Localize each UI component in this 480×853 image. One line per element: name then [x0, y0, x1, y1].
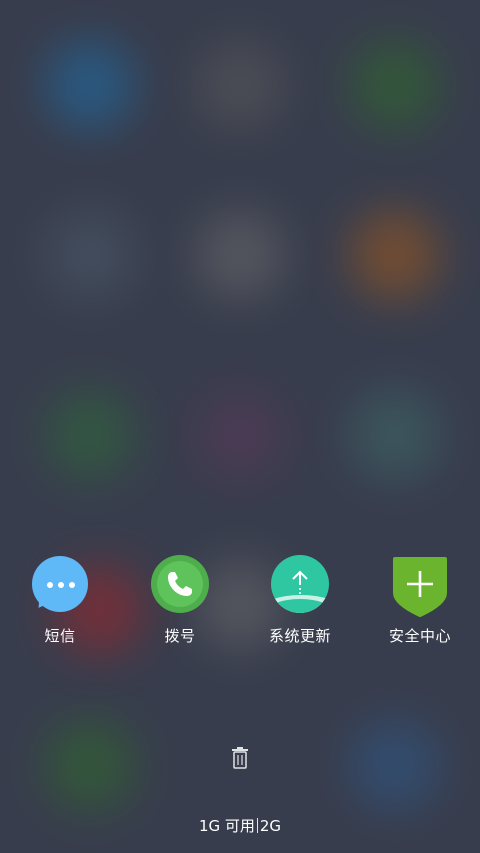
recent-app-security-center[interactable]: 安全中心	[360, 555, 480, 646]
phone-icon	[151, 555, 209, 613]
app-label: 系统更新	[268, 627, 331, 645]
message-bubble-icon	[31, 555, 89, 613]
memory-available: 1G 可用	[198, 817, 255, 835]
blurred-app-icon	[350, 390, 440, 480]
trash-icon	[232, 747, 248, 769]
blurred-app-icon	[45, 390, 135, 480]
recent-app-system-update[interactable]: 系统更新	[240, 555, 360, 646]
blurred-app-icon	[195, 210, 285, 300]
clear-all-button[interactable]	[231, 747, 249, 769]
blurred-app-icon	[45, 40, 135, 130]
recent-app-messages[interactable]: 短信	[0, 555, 120, 646]
blurred-app-icon	[195, 40, 285, 130]
memory-divider	[256, 818, 258, 833]
app-label: 拨号	[164, 627, 196, 645]
app-label: 安全中心	[388, 627, 451, 645]
shield-plus-icon	[391, 555, 449, 617]
upload-arrow-icon	[271, 555, 329, 613]
memory-total: 2G	[259, 817, 282, 835]
blurred-app-icon	[195, 390, 285, 480]
blurred-app-icon	[45, 720, 135, 810]
blurred-app-icon	[350, 720, 440, 810]
blurred-app-icon	[45, 210, 135, 300]
recent-app-dialer[interactable]: 拨号	[120, 555, 240, 646]
blurred-home-screen	[0, 0, 480, 853]
memory-status: 1G 可用 2G	[0, 815, 480, 836]
recent-apps-row: 短信 拨号 系统更新 安全中心	[0, 555, 480, 665]
blurred-app-icon	[350, 40, 440, 130]
blurred-app-icon	[350, 210, 440, 300]
app-label: 短信	[44, 627, 76, 645]
